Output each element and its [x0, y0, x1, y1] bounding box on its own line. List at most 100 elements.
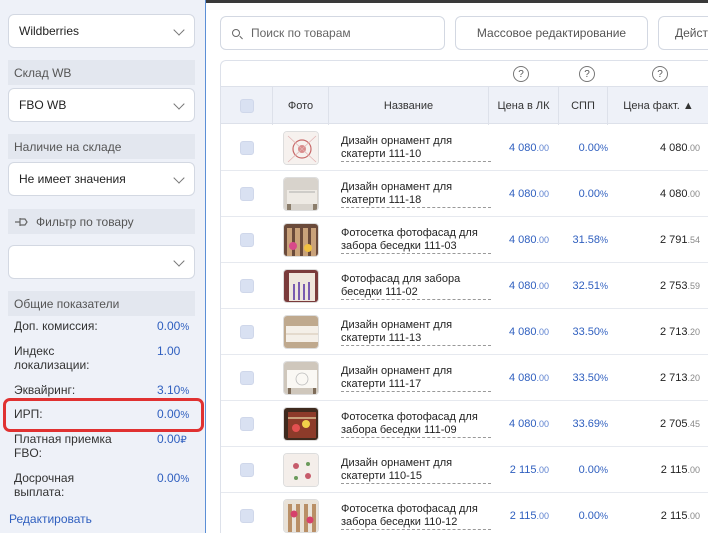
help-icon-fact[interactable]: ? — [652, 66, 668, 82]
table-row[interactable]: Фотофасад для забора беседки 111-02 4 08… — [221, 263, 708, 309]
actions-button[interactable]: Действия — [658, 16, 708, 50]
pin-icon — [15, 217, 28, 226]
stock-select-value: Не имеет значения — [19, 172, 126, 186]
help-icon-spp[interactable]: ? — [579, 66, 595, 82]
spp-value: 31.58% — [572, 234, 608, 246]
col-fact-price[interactable]: Цена факт. ▲ — [608, 87, 708, 125]
table-row[interactable]: Фотосетка фотофасад для забора беседки 1… — [221, 493, 708, 533]
fact-price: 2 791.54 — [659, 234, 700, 246]
row-checkbox[interactable] — [240, 463, 254, 477]
product-thumbnail[interactable] — [283, 131, 319, 165]
warehouse-select[interactable]: FBO WB — [8, 88, 195, 122]
spp-value: 0.00% — [578, 510, 608, 522]
product-name[interactable]: Дизайн орнамент для скатерти 111-17 — [341, 355, 491, 401]
products-table: ? ? ? Фото Название Цена в ЛК СПП Цена ф… — [220, 60, 708, 533]
col-name[interactable]: Название — [329, 87, 489, 125]
row-checkbox[interactable] — [240, 187, 254, 201]
product-name[interactable]: Дизайн орнамент для скатерти 110-15 — [341, 447, 491, 493]
search-input[interactable]: Поиск по товарам — [220, 16, 445, 50]
product-filter-label: Фильтр по товару — [8, 209, 195, 234]
price-lk[interactable]: 4 080.00 — [479, 355, 549, 401]
product-name[interactable]: Дизайн орнамент для скатерти 111-10 — [341, 125, 491, 171]
row-checkbox-cell — [221, 263, 273, 309]
product-thumbnail[interactable] — [283, 361, 319, 395]
stat-label-commission: Доп. комиссия: — [14, 319, 98, 333]
chevron-down-icon — [173, 172, 185, 184]
product-thumbnail[interactable] — [283, 177, 319, 211]
product-thumbnail[interactable] — [283, 499, 319, 533]
price-lk[interactable]: 4 080.00 — [479, 263, 549, 309]
product-name[interactable]: Фотосетка фотофасад для забора беседки 1… — [341, 401, 491, 447]
price-lk[interactable]: 4 080.00 — [479, 309, 549, 355]
fact-price: 2 713.20 — [659, 372, 700, 384]
price-lk[interactable]: 4 080.00 — [479, 171, 549, 217]
row-checkbox[interactable] — [240, 279, 254, 293]
table-row[interactable]: Фотосетка фотофасад для забора беседки 1… — [221, 401, 708, 447]
photo-cell — [273, 493, 329, 533]
spp-value: 33.50% — [572, 372, 608, 384]
table-row[interactable]: Дизайн орнамент для скатерти 111-18 4 08… — [221, 171, 708, 217]
col-spp[interactable]: СПП — [559, 87, 608, 125]
spp-value: 0.00% — [578, 142, 608, 154]
stat-value-localization: 1.00 — [157, 344, 181, 358]
product-name[interactable]: Дизайн орнамент для скатерти 111-13 — [341, 309, 491, 355]
search-icon — [232, 29, 240, 37]
irp-highlight-box — [3, 398, 204, 432]
row-checkbox[interactable] — [240, 325, 254, 339]
product-name[interactable]: Дизайн орнамент для скатерти 111-18 — [341, 171, 491, 217]
photo-cell — [273, 447, 329, 493]
select-all-checkbox[interactable] — [239, 99, 254, 113]
warehouse-select-value: FBO WB — [19, 98, 67, 112]
product-thumbnail[interactable] — [283, 453, 319, 487]
spp-value: 33.50% — [572, 326, 608, 338]
col-price[interactable]: Цена в ЛК — [489, 87, 559, 125]
product-thumbnail[interactable] — [283, 269, 319, 303]
spp-value: 32.51% — [572, 280, 608, 292]
product-filter-select[interactable] — [8, 245, 195, 279]
photo-cell — [273, 125, 329, 171]
row-checkbox[interactable] — [240, 417, 254, 431]
product-thumbnail[interactable] — [283, 223, 319, 257]
price-lk[interactable]: 4 080.00 — [479, 217, 549, 263]
product-name[interactable]: Фотосетка фотофасад для забора беседки 1… — [341, 217, 491, 263]
table-row[interactable]: Дизайн орнамент для скатерти 111-17 4 08… — [221, 355, 708, 401]
row-checkbox-cell — [221, 125, 273, 171]
price-lk[interactable]: 2 115.00 — [479, 493, 549, 533]
photo-cell — [273, 217, 329, 263]
photo-cell — [273, 309, 329, 355]
stat-value-acquiring: 3.10% — [157, 383, 190, 397]
product-name[interactable]: Фотофасад для забора беседки 111-02 — [341, 263, 491, 309]
fact-price: 2 115.00 — [660, 510, 700, 522]
table-row[interactable]: Дизайн орнамент для скатерти 111-10 4 08… — [221, 125, 708, 171]
product-thumbnail[interactable] — [283, 407, 319, 441]
row-checkbox[interactable] — [240, 141, 254, 155]
spp-value: 33.69% — [572, 418, 608, 430]
row-checkbox-cell — [221, 493, 273, 533]
bulk-edit-button[interactable]: Массовое редактирование — [455, 16, 648, 50]
table-row[interactable]: Фотосетка фотофасад для забора беседки 1… — [221, 217, 708, 263]
search-placeholder: Поиск по товарам — [251, 26, 351, 40]
photo-cell — [273, 355, 329, 401]
marketplace-select[interactable]: Wildberries — [8, 14, 195, 48]
photo-cell — [273, 171, 329, 217]
edit-link[interactable]: Редактировать — [9, 512, 92, 526]
sidebar: Wildberries Склад WB FBO WB Наличие на с… — [0, 0, 206, 533]
price-lk[interactable]: 4 080.00 — [479, 125, 549, 171]
stock-select[interactable]: Не имеет значения — [8, 162, 195, 196]
top-bar-line — [206, 0, 708, 3]
help-icon-price[interactable]: ? — [513, 66, 529, 82]
chevron-down-icon — [173, 24, 185, 36]
table-row[interactable]: Дизайн орнамент для скатерти 111-13 4 08… — [221, 309, 708, 355]
table-row[interactable]: Дизайн орнамент для скатерти 110-15 2 11… — [221, 447, 708, 493]
row-checkbox-cell — [221, 401, 273, 447]
fact-price: 4 080.00 — [659, 142, 700, 154]
row-checkbox[interactable] — [240, 233, 254, 247]
spp-value: 0.00% — [578, 188, 608, 200]
price-lk[interactable]: 4 080.00 — [479, 401, 549, 447]
product-name[interactable]: Фотосетка фотофасад для забора беседки 1… — [341, 493, 491, 533]
product-thumbnail[interactable] — [283, 315, 319, 349]
row-checkbox[interactable] — [240, 371, 254, 385]
row-checkbox[interactable] — [240, 509, 254, 523]
price-lk[interactable]: 2 115.00 — [479, 447, 549, 493]
photo-cell — [273, 401, 329, 447]
